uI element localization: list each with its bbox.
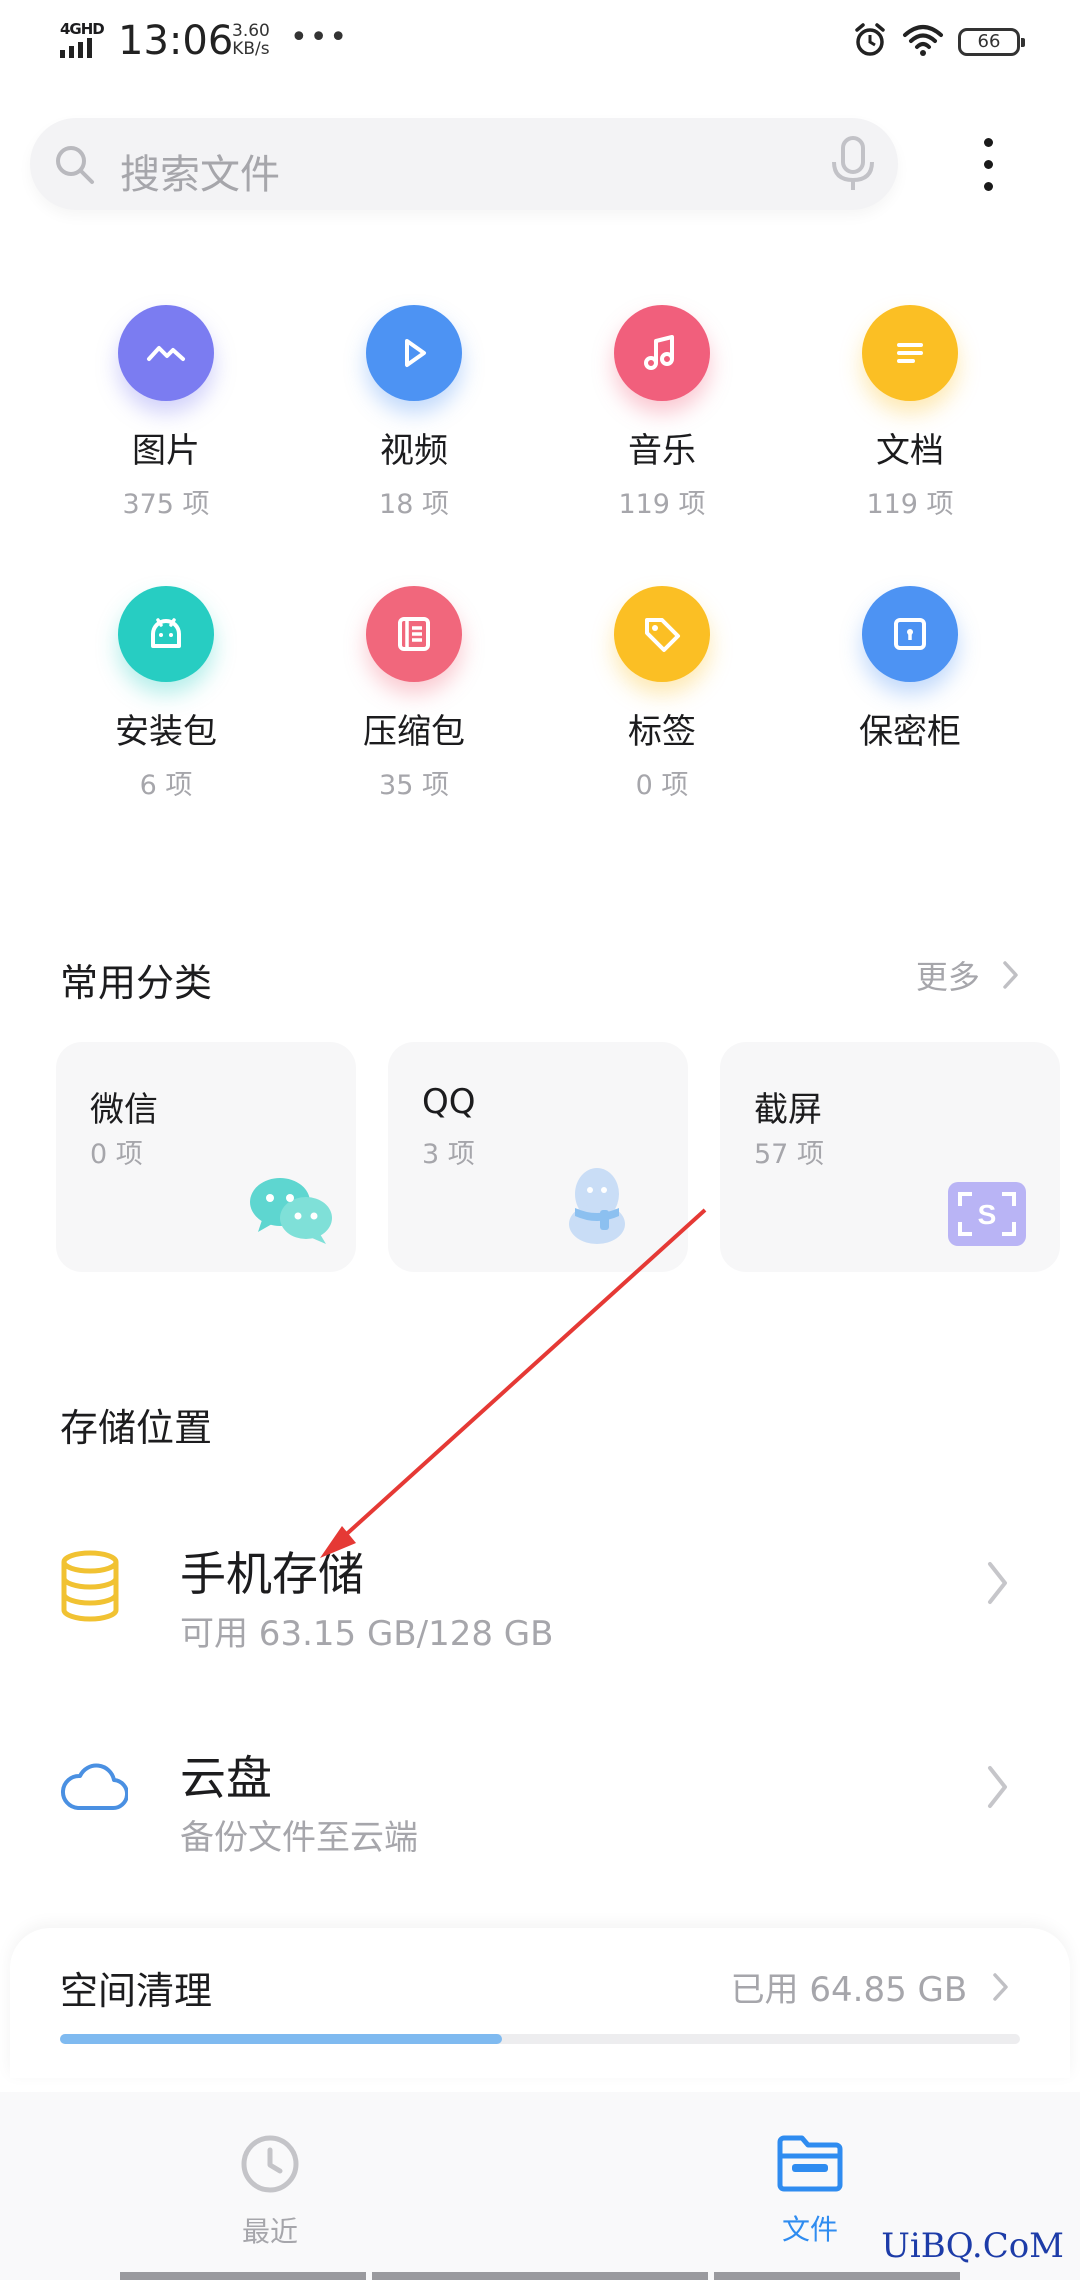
watermark-text: UiBQ.CoM [881,2226,1064,2266]
speed-unit: KB/s [232,39,270,59]
storage-progress-fill [60,2034,502,2044]
network-speed: 3.60 KB/s [232,22,270,58]
speed-value: 3.60 [232,21,270,41]
safe-icon [862,586,958,682]
chevron-right-icon [986,1560,1010,1610]
search-bar[interactable]: 搜索文件 [30,118,898,210]
database-icon [60,1550,120,1626]
document-icon [862,305,958,401]
qq-icon [562,1164,632,1250]
wechat-icon [246,1174,336,1250]
common-section-title: 常用分类 [60,961,213,1005]
cloud-icon [60,1762,130,1816]
space-cleanup-title: 空间清理 [60,1969,213,2013]
tab-label: 最近 [241,2215,298,2248]
space-used-label: 已用 64.85 GB [730,1970,968,2010]
chevron-right-icon [1002,959,1020,999]
cloud-drive-row[interactable]: 云盘 备份文件至云端 [0,1712,1080,1872]
more-label: 更多 [915,958,980,996]
image-icon [118,305,214,401]
more-notifications-icon: ••• [290,20,350,55]
space-cleanup-card[interactable]: 空间清理 已用 64.85 GB [10,1928,1070,2078]
storage-subtitle: 可用 63.15 GB/128 GB [180,1614,554,1654]
network-type: 4GHD [60,20,105,38]
quick-card-count: 0 项 [90,1139,143,1170]
status-bar: 4GHD 13:06 3.60 KB/s ••• 66 [0,0,1080,90]
search-icon [52,142,98,192]
category-name: 图片 [132,431,200,471]
archive-icon [366,586,462,682]
storage-title: 手机存储 [180,1547,364,1601]
more-options-icon[interactable] [968,134,1008,194]
more-link[interactable]: 更多 [916,952,1020,999]
wifi-icon [902,23,944,61]
quick-card-name: QQ [422,1082,476,1122]
quick-card-count: 3 项 [422,1139,475,1170]
tab-label: 文件 [781,2213,838,2246]
category-name: 音乐 [628,431,696,471]
android-icon [118,586,214,682]
category-name: 视频 [380,431,448,471]
alarm-icon [852,22,888,62]
category-count: 35 项 [379,770,449,801]
category-count: 119 项 [618,489,706,520]
tab-files[interactable]: 文件 [710,2132,910,2248]
category-name: 保密柜 [859,712,961,752]
folder-icon [776,2135,844,2198]
category-count: 0 项 [635,770,689,801]
clock-icon [238,2135,302,2200]
quick-card-name: 微信 [90,1090,158,1130]
storage-subtitle: 备份文件至云端 [180,1818,418,1858]
storage-title: 云盘 [180,1751,272,1805]
category-music[interactable]: 音乐 119 项 [562,305,762,525]
category-name: 压缩包 [363,712,465,752]
category-apks[interactable]: 安装包 6 项 [66,586,266,806]
quick-card-qq[interactable]: QQ 3 项 [388,1042,688,1272]
quick-card-wechat[interactable]: 微信 0 项 [56,1042,356,1272]
category-archives[interactable]: 压缩包 35 项 [314,586,514,806]
category-documents[interactable]: 文档 119 项 [810,305,1010,525]
svg-text:S: S [978,1199,997,1230]
bottom-navigation: 最近 文件 UiBQ.CoM [0,2092,1080,2280]
category-safe[interactable]: 保密柜 [810,586,1010,806]
space-used: 已用 64.85 GB [731,1962,1010,2012]
quick-card-count: 57 项 [754,1139,824,1170]
home-indicator [372,2272,708,2280]
category-images[interactable]: 图片 375 项 [66,305,266,525]
home-indicator [714,2272,960,2280]
music-icon [614,305,710,401]
screenshot-icon: S [948,1182,1026,1250]
home-indicator [120,2272,366,2280]
category-name: 标签 [628,712,696,752]
chevron-right-icon [992,1971,1010,2012]
quick-card-screenshots[interactable]: 截屏 57 项 S [720,1042,1060,1272]
category-name: 文档 [876,431,944,471]
search-placeholder: 搜索文件 [120,152,280,198]
tag-icon [614,586,710,682]
category-tags[interactable]: 标签 0 项 [562,586,762,806]
tab-recent[interactable]: 最近 [170,2132,370,2250]
microphone-icon[interactable] [828,134,878,200]
category-count: 119 项 [866,489,954,520]
category-count: 375 项 [122,489,210,520]
quick-card-name: 截屏 [754,1090,822,1130]
category-count: 18 项 [379,489,449,520]
category-name: 安装包 [115,712,217,752]
category-videos[interactable]: 视频 18 项 [314,305,514,525]
battery-indicator: 66 [958,28,1025,56]
cellular-signal-icon: 4GHD [58,20,110,60]
clock: 13:06 [118,18,234,64]
status-icons: 66 [852,22,1025,62]
chevron-right-icon [986,1764,1010,1814]
storage-progress-bar [60,2034,1020,2044]
storage-section-title: 存储位置 [60,1406,213,1450]
play-icon [366,305,462,401]
category-count: 6 项 [139,770,193,801]
phone-storage-row[interactable]: 手机存储 可用 63.15 GB/128 GB [0,1508,1080,1668]
